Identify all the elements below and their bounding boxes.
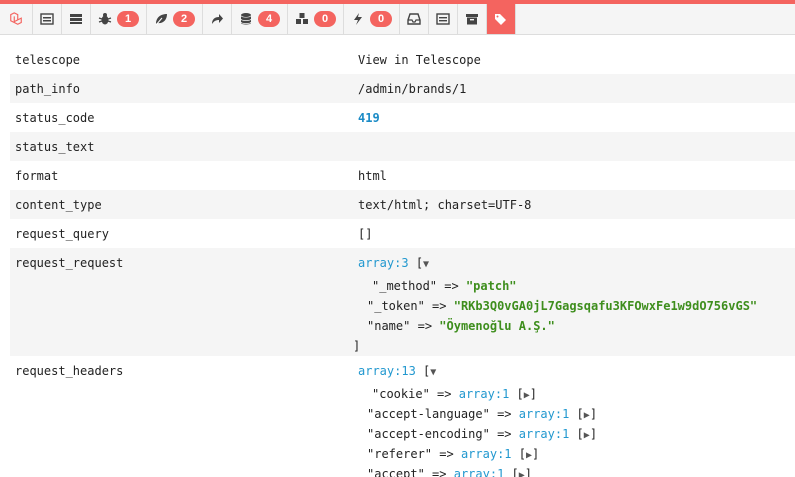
row-key: content_type: [10, 190, 348, 219]
request-data-tab[interactable]: [487, 4, 516, 34]
table-row-path-info: path_info /admin/brands/1: [10, 74, 795, 103]
archive-icon: [465, 12, 479, 26]
dump-entry: "name" => "Öymenoğlu A.Ş.": [367, 319, 555, 333]
views-count-badge: 2: [173, 11, 195, 27]
expand-toggle-icon[interactable]: ▶: [524, 390, 530, 401]
dump-entry: "referer" => array:1 [▶]: [367, 447, 540, 461]
table-row-status-text: status_text: [10, 132, 795, 161]
table-row-request-query: request_query []: [10, 219, 795, 248]
dump-entry: "cookie" => array:1 [▶]: [372, 387, 538, 401]
table-row-status-code: status_code 419: [10, 103, 795, 132]
list-icon: [436, 12, 450, 26]
cubes-icon: [295, 12, 309, 26]
request-tab[interactable]: [33, 4, 62, 34]
dump-entry: "_method" => "patch": [372, 279, 517, 293]
path-info-value: /admin/brands/1: [348, 74, 795, 103]
session-tab[interactable]: [429, 4, 458, 34]
dump-entry: "_token" => "RKb3Q0vGA0jL7Gagsqafu3KFOwx…: [367, 299, 758, 313]
route-tab[interactable]: [203, 4, 232, 34]
exceptions-tab[interactable]: 1: [91, 4, 147, 34]
request-icon: [40, 12, 54, 26]
inbox-icon: [407, 12, 421, 26]
expand-toggle-icon[interactable]: ▶: [584, 410, 590, 421]
timeline-tab[interactable]: [62, 4, 91, 34]
database-icon: [239, 12, 253, 26]
row-key: status_code: [15, 111, 95, 125]
table-row-request-headers: request_headers array:13 [▼ "cookie" => …: [10, 356, 795, 477]
table-row-telescope: telescope View in Telescope: [10, 45, 795, 74]
dump-entry: "accept-language" => array:1 [▶]: [367, 407, 598, 421]
laravel-logo-button[interactable]: [0, 4, 33, 34]
events-count-badge: 0: [370, 11, 392, 27]
dump-close: ]: [353, 339, 361, 353]
mails-tab[interactable]: [400, 4, 429, 34]
table-row-format: format html: [10, 161, 795, 190]
tags-icon: [494, 12, 508, 26]
row-key: format: [15, 169, 59, 183]
request-request-dump: array:3 [▼ "_method" => "patch" "_token"…: [348, 248, 795, 356]
expand-toggle-icon[interactable]: ▶: [519, 470, 525, 477]
cache-tab[interactable]: [458, 4, 487, 34]
row-key: request_query: [15, 227, 109, 241]
collapse-toggle-icon[interactable]: ▼: [423, 259, 429, 270]
exceptions-count-badge: 1: [117, 11, 139, 27]
leaf-icon: [154, 12, 168, 26]
events-tab[interactable]: 0: [344, 4, 400, 34]
telescope-link[interactable]: View in Telescope: [348, 45, 795, 74]
expand-toggle-icon[interactable]: ▶: [526, 450, 532, 461]
array-header: array:13: [358, 364, 416, 378]
request-panel: telescope View in Telescope path_info /a…: [0, 35, 795, 477]
row-key: telescope: [15, 53, 81, 67]
content-type-value: text/html; charset=UTF-8: [348, 190, 795, 219]
models-tab[interactable]: 0: [288, 4, 344, 34]
timeline-icon: [69, 12, 83, 26]
request-query-value: []: [358, 227, 373, 241]
views-tab[interactable]: 2: [147, 4, 203, 34]
status-text-value: [348, 132, 795, 161]
dump-entry: "accept" => array:1 [▶]: [358, 464, 785, 477]
bolt-icon: [351, 12, 365, 26]
bug-icon: [98, 12, 112, 26]
array-header: array:3: [358, 256, 409, 270]
row-key: request_request: [10, 248, 348, 356]
row-key: path_info: [10, 74, 348, 103]
queries-count-badge: 4: [258, 11, 280, 27]
request-data-table: telescope View in Telescope path_info /a…: [10, 45, 795, 477]
dump-entry: "accept-encoding" => array:1 [▶]: [367, 427, 598, 441]
share-icon: [210, 12, 224, 26]
row-key: status_text: [10, 132, 348, 161]
debugbar-toolbar: 1 2 4 0 0: [0, 4, 795, 35]
table-row-content-type: content_type text/html; charset=UTF-8: [10, 190, 795, 219]
models-count-badge: 0: [314, 11, 336, 27]
row-key: request_headers: [15, 364, 124, 378]
expand-toggle-icon[interactable]: ▶: [584, 430, 590, 441]
request-headers-dump: array:13 [▼ "cookie" => array:1 [▶] "acc…: [348, 356, 795, 477]
queries-tab[interactable]: 4: [232, 4, 288, 34]
table-row-request-request: request_request array:3 [▼ "_method" => …: [10, 248, 795, 356]
collapse-toggle-icon[interactable]: ▼: [430, 367, 436, 378]
status-code-value: 419: [358, 111, 380, 125]
laravel-logo-icon: [9, 12, 23, 26]
format-value: html: [358, 169, 387, 183]
